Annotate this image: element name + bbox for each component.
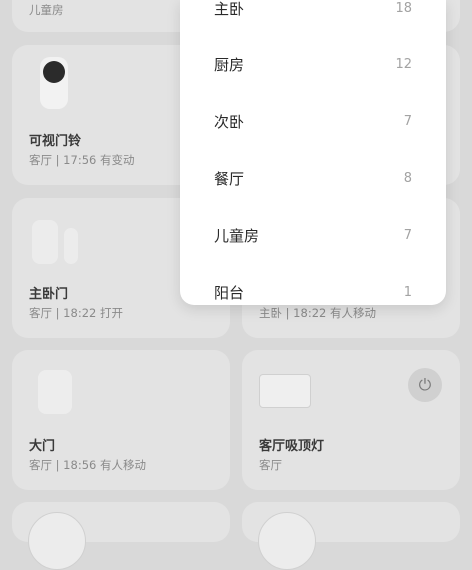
room-name: 厨房: [214, 56, 245, 74]
device-title: 可视门铃: [29, 134, 82, 149]
device-card-bottom-left[interactable]: [12, 502, 230, 570]
door-sensor-image: [32, 220, 58, 264]
room-option[interactable]: 主卧 18: [180, 0, 446, 37]
room-count: 1: [403, 285, 412, 300]
power-button[interactable]: ⏻: [408, 368, 442, 402]
device-title: 大门: [29, 439, 56, 454]
room-name: 次卧: [214, 113, 245, 131]
room-option[interactable]: 阳台 1: [180, 264, 446, 305]
door-sensor-magnet-image: [64, 228, 78, 264]
doorbell-image: [40, 57, 68, 109]
room-name: 阳台: [214, 284, 245, 302]
ceiling-light-image: [259, 374, 311, 408]
room-dropdown: 主卧 18 厨房 12 次卧 7 餐厅 8 儿童房 7 阳台 1: [180, 0, 446, 305]
room-name: 主卧: [214, 0, 245, 18]
room-option[interactable]: 儿童房 7: [180, 207, 446, 264]
room-count: 12: [395, 57, 412, 72]
device-status: 客厅 | 18:22 打开: [29, 306, 123, 320]
room-count: 7: [403, 228, 412, 243]
device-status: 客厅 | 18:56 有人移动: [29, 458, 146, 472]
device-card-top-label: 儿童房: [29, 3, 64, 17]
device-status: 客厅: [259, 458, 282, 472]
power-icon: ⏻: [418, 375, 432, 394]
room-count: 7: [403, 114, 412, 129]
room-option[interactable]: 厨房 12: [180, 36, 446, 93]
room-count: 18: [395, 1, 412, 16]
device-image: [258, 512, 316, 570]
device-title: 客厅吸顶灯: [259, 439, 325, 454]
device-card-bottom-right[interactable]: [242, 502, 460, 570]
device-image: [28, 512, 86, 570]
motion-sensor-image: [38, 370, 72, 414]
camera-lens-icon: [43, 61, 65, 83]
room-option[interactable]: 餐厅 8: [180, 150, 446, 207]
room-name: 儿童房: [214, 227, 260, 245]
room-name: 餐厅: [214, 170, 245, 188]
device-status: 客厅 | 17:56 有变动: [29, 153, 135, 167]
device-card-ceiling-light[interactable]: ⏻ 客厅吸顶灯 客厅: [242, 350, 460, 490]
device-status: 主卧 | 18:22 有人移动: [259, 306, 376, 320]
device-title: 主卧门: [29, 287, 69, 302]
room-option[interactable]: 次卧 7: [180, 93, 446, 150]
room-count: 8: [403, 171, 412, 186]
device-card-main-door[interactable]: 大门 客厅 | 18:56 有人移动: [12, 350, 230, 490]
